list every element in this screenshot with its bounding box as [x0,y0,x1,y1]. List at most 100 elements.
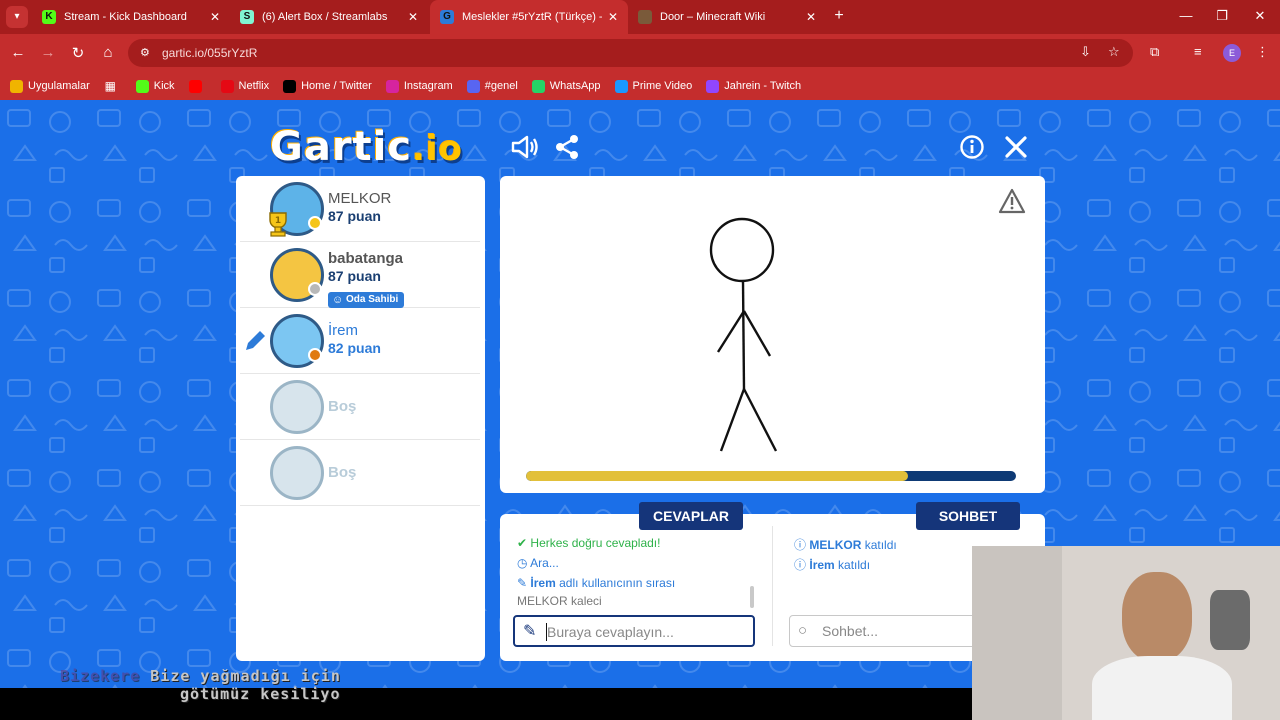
bookmark-item[interactable]: Kick [135,79,175,93]
bookmark-item[interactable]: ▦ [104,78,122,93]
tab-close-icon[interactable]: ✕ [408,10,418,24]
drawing-canvas[interactable] [500,176,1045,493]
browser-tab[interactable]: Door – Minecraft Wiki ✕ [628,0,826,34]
answer-message: MELKOR kaleci [517,594,602,608]
bookmark-label: #genel [484,80,518,92]
tab-close-icon[interactable]: ✕ [210,10,220,24]
message-username: MELKOR [809,538,862,552]
gartic-logo[interactable]: Gartic.io [270,124,463,170]
kick-icon [135,79,149,93]
apps-grid-icon [10,79,23,93]
bookmark-label: Jahrein - Twitch [724,80,802,92]
tab-close-icon[interactable]: ✕ [806,10,816,24]
tab-answers[interactable]: CEVAPLAR [639,502,743,530]
bookmark-item[interactable] [188,79,207,93]
search-icon: ○ [798,622,808,639]
info-icon: ⓘ [794,558,807,572]
new-tab-button[interactable]: + [830,7,848,25]
bookmark-item[interactable]: Jahrein - Twitch [706,79,802,93]
player-name: İrem [328,322,358,339]
site-settings-icon[interactable]: ⚙ [140,39,150,67]
stream-subtitle: Bizekere Bize yağmadığı için götümüz kes… [60,667,341,703]
bookmark-label: Kick [153,80,175,92]
share-icon[interactable] [554,134,580,160]
check-icon: ✔ [517,536,528,550]
answer-message: ✎ İrem adlı kullanıcının sırası [517,576,675,590]
discord-icon [466,79,480,93]
player-name: MELKOR [328,190,392,207]
streamlabs-icon: S [240,10,254,24]
back-icon[interactable]: ← [8,44,28,61]
tab-chat[interactable]: SOHBET [916,502,1020,530]
pencil-icon: ✎ [517,576,528,590]
bookmark-item[interactable]: #genel [466,79,518,93]
bookmark-item[interactable]: Netflix [220,79,269,93]
bookmark-item[interactable]: Instagram [385,79,453,93]
message-text: katıldı [834,558,871,572]
timer-fill [526,471,909,481]
player-score: 87 puan [328,268,381,284]
reload-icon[interactable]: ↻ [68,44,88,62]
bookmark-label: Home / Twitter [301,80,372,92]
message-text: katıldı [861,538,897,552]
bookmark-item[interactable]: Home / Twitter [283,79,372,93]
forward-icon[interactable]: → [38,44,58,61]
prime-video-icon [614,79,628,93]
message-text: Herkes doğru cevapladı! [530,536,661,550]
answer-input[interactable]: ✎ Buraya cevaplayın... [513,615,755,647]
address-bar[interactable]: ⚙ gartic.io/055rYztR [128,39,1133,67]
whatsapp-icon [531,79,545,93]
window-close-icon[interactable]: ✕ [1250,8,1270,24]
browser-tab[interactable]: G Meslekler #5rYztR (Türkçe) - Ga ✕ [430,0,628,34]
status-dot [308,348,322,362]
webcam-person-shirt [1092,656,1232,720]
minimize-icon[interactable]: — [1176,8,1196,23]
instagram-icon [385,79,399,93]
empty-slot-label: Boş [328,464,357,481]
home-icon[interactable]: ⌂ [98,44,118,61]
player-row[interactable]: babatanga 87 puan Oda Sahibi [240,242,480,308]
bookmark-item[interactable]: Prime Video [614,79,692,93]
subtitle-faded-prefix: Bizekere [60,667,141,685]
answers-scrollbar[interactable] [750,586,754,608]
menu-icon[interactable]: ⋮ [1256,44,1269,60]
browser-tab[interactable]: K Stream - Kick Dashboard ✕ [32,0,230,34]
host-badge: Oda Sahibi [328,292,405,308]
grid-icon: ▦ [104,78,116,93]
browser-tab[interactable]: S (6) Alert Box / Streamlabs ✕ [230,0,428,34]
info-icon[interactable] [959,134,985,160]
chat-message: ⓘ MELKOR katıldı [794,536,897,553]
message-text: adlı kullanıcının sırası [555,576,676,590]
tab-title: Door – Minecraft Wiki [660,11,766,23]
stick-figure-drawing [709,217,778,452]
info-icon: ⓘ [794,538,807,552]
tab-search-button[interactable]: ▾ [6,6,28,28]
player-row[interactable]: 1 MELKOR 87 puan [240,176,480,242]
bookmarks-bar: Uygulamalar ▦ Kick Netflix Home / Twitter Ins… [0,72,1280,100]
chat-input[interactable]: ○ Sohbet... [789,615,989,647]
twitch-icon [706,79,720,93]
install-app-icon[interactable]: ⇩ [1080,44,1091,60]
bookmark-label: Uygulamalar [28,80,90,92]
restore-icon[interactable]: ❐ [1212,8,1232,24]
player-row[interactable]: İrem 82 puan [240,308,480,374]
message-text: Ara... [530,556,559,570]
x-icon [283,79,297,93]
sound-icon[interactable] [510,134,538,160]
message-username: MELKOR [517,594,568,608]
bookmark-item[interactable]: WhatsApp [531,79,601,93]
answer-placeholder: Buraya cevaplayın... [547,624,674,640]
close-icon[interactable] [1003,134,1029,160]
media-control-icon[interactable]: ≡ [1194,44,1202,59]
bookmark-item[interactable]: Uygulamalar [10,79,90,93]
bookmark-star-icon[interactable]: ☆ [1108,44,1120,60]
rank-number: 1 [275,216,281,226]
browser-toolbar: ← → ↻ ⌂ ⚙ gartic.io/055rYztR ⇩ ☆ ⧉ ≡ ⋮ [0,34,1280,72]
extensions-icon[interactable]: ⧉ [1150,44,1159,60]
text-cursor [546,623,547,641]
tab-close-icon[interactable]: ✕ [608,10,618,24]
profile-avatar[interactable]: E [1223,44,1241,62]
player-name: babatanga [328,250,404,267]
message-text: kaleci [567,594,602,608]
empty-slot-label: Boş [328,398,357,415]
